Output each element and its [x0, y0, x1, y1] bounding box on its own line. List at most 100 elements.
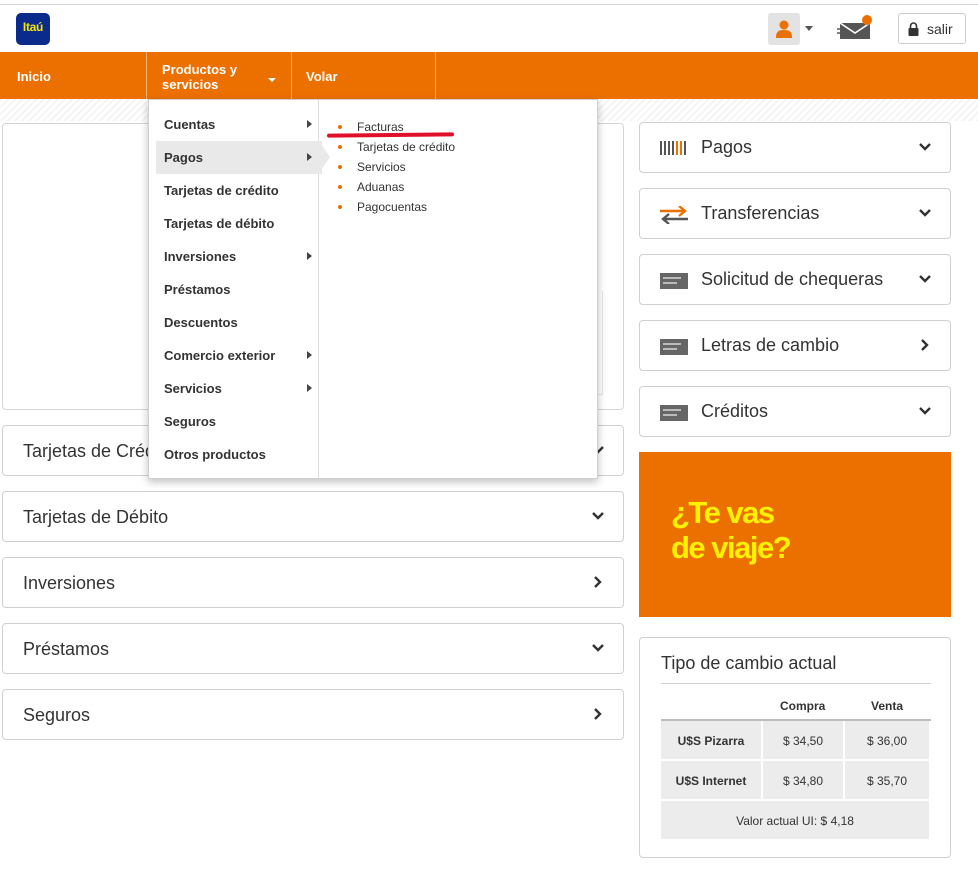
chevron-down-icon	[919, 275, 931, 283]
logout-button[interactable]: salir	[898, 13, 966, 44]
menu-item-label: Pagos	[164, 150, 204, 165]
nav-volar-label: Volar	[306, 69, 338, 84]
caret-right-icon	[307, 120, 312, 128]
sell-value: $ 35,70	[866, 774, 908, 788]
col-header-compra: Compra	[780, 699, 826, 713]
shortcut-label: Letras de cambio	[701, 335, 840, 355]
menu-item-seguros[interactable]: Seguros	[149, 405, 319, 438]
caret-right-icon	[307, 384, 312, 392]
accordion-label: Inversiones	[23, 573, 116, 593]
menu-item-label: Otros productos	[164, 447, 266, 462]
accordion-prestamos[interactable]: Préstamos	[2, 623, 624, 674]
chevron-down-icon	[592, 644, 604, 652]
menu-item-tarjetas-debito[interactable]: Tarjetas de débito	[149, 207, 319, 240]
submenu-item-servicios[interactable]: Servicios	[357, 160, 406, 174]
credit-icon	[660, 405, 688, 421]
row-label-cell: U$S Internet	[661, 761, 761, 799]
nav-volar[interactable]: Volar	[292, 52, 436, 99]
shortcut-pagos[interactable]: Pagos	[639, 122, 951, 173]
menu-categories: Cuentas Pagos Tarjetas de crédito Tarjet…	[149, 100, 322, 478]
logout-label: salir	[927, 21, 953, 37]
menu-item-label: Préstamos	[164, 282, 231, 297]
chevron-down-icon	[919, 407, 931, 415]
ui-value-cell: Valor actual UI: $ 4,18	[661, 801, 929, 839]
buy-cell: $ 34,50	[763, 721, 843, 759]
menu-item-label: Comercio exterior	[164, 348, 276, 363]
itau-logo[interactable]: Itaú	[16, 13, 50, 45]
submenu-item-facturas[interactable]: Facturas	[357, 120, 404, 134]
menu-item-label: Cuentas	[164, 117, 216, 132]
accordion-inversiones[interactable]: Inversiones	[2, 557, 624, 608]
sell-cell: $ 36,00	[845, 721, 929, 759]
chevron-right-icon	[921, 339, 929, 351]
chevron-right-icon	[594, 708, 602, 720]
sell-cell: $ 35,70	[845, 761, 929, 799]
buy-value: $ 34,50	[782, 734, 824, 748]
menu-item-label: Servicios	[164, 381, 222, 396]
menu-item-descuentos[interactable]: Descuentos	[149, 306, 319, 339]
menu-item-label: Tarjetas de débito	[164, 216, 275, 231]
nav-inicio-label: Inicio	[17, 69, 51, 84]
exchange-title: Tipo de cambio actual	[661, 653, 837, 673]
lock-icon	[908, 22, 919, 36]
shortcut-label: Solicitud de chequeras	[701, 269, 884, 289]
sell-value: $ 36,00	[866, 734, 908, 748]
buy-cell: $ 34,80	[763, 761, 843, 799]
chevron-down-icon	[592, 512, 604, 520]
accordion-label: Préstamos	[23, 639, 110, 659]
shortcut-letras-cambio[interactable]: Letras de cambio	[639, 320, 951, 371]
ui-value: Valor actual UI: $ 4,18	[736, 814, 854, 828]
transfer-arrows-icon	[660, 206, 688, 224]
menu-item-inversiones[interactable]: Inversiones	[149, 240, 319, 273]
promo-line-2: de viaje?	[671, 530, 792, 565]
menu-item-label: Inversiones	[164, 249, 237, 264]
row-label-cell: U$S Pizarra	[661, 721, 761, 759]
nav-productos-servicios[interactable]: Productos y servicios	[147, 52, 292, 99]
menu-item-pagos[interactable]: Pagos	[156, 141, 322, 174]
menu-item-cuentas[interactable]: Cuentas	[149, 108, 319, 141]
document-icon	[660, 339, 688, 355]
user-icon	[776, 20, 792, 38]
active-item-pointer	[319, 141, 330, 173]
productos-dropdown-menu: Cuentas Pagos Tarjetas de crédito Tarjet…	[148, 99, 598, 479]
menu-item-otros-productos[interactable]: Otros productos	[149, 438, 319, 471]
caret-right-icon	[307, 153, 312, 161]
logo-text: Itaú	[22, 20, 44, 34]
caret-right-icon	[307, 351, 312, 359]
submenu-item-pagocuentas[interactable]: Pagocuentas	[357, 200, 427, 214]
accordion-seguros[interactable]: Seguros	[2, 689, 624, 740]
notification-badge	[862, 15, 872, 25]
chevron-down-icon	[919, 209, 931, 217]
submenu-item-tarjetas-credito[interactable]: Tarjetas de crédito	[357, 140, 455, 154]
shortcut-label: Transferencias	[701, 203, 820, 223]
shortcut-transferencias[interactable]: Transferencias	[639, 188, 951, 239]
chevron-right-icon	[594, 576, 602, 588]
header: Itaú salir	[0, 5, 978, 52]
accordion-tarjetas-debito[interactable]: Tarjetas de Débito	[2, 491, 624, 542]
shortcut-label: Créditos	[701, 401, 769, 421]
nav-inicio[interactable]: Inicio	[0, 52, 147, 99]
nav-productos-label-2: servicios	[162, 77, 219, 92]
menu-item-label: Descuentos	[164, 315, 238, 330]
chevron-down-icon	[919, 143, 931, 151]
bullet-icon	[338, 165, 342, 169]
shortcut-label: Pagos	[701, 137, 753, 157]
menu-item-label: Seguros	[164, 414, 217, 429]
travel-promo-banner[interactable]: ¿Te vas de viaje?	[639, 452, 951, 617]
submenu-item-aduanas[interactable]: Aduanas	[357, 180, 404, 194]
menu-item-servicios[interactable]: Servicios	[149, 372, 319, 405]
menu-item-comercio-exterior[interactable]: Comercio exterior	[149, 339, 319, 372]
user-menu-button[interactable]	[768, 13, 800, 45]
exchange-rate-widget: Tipo de cambio actual Compra Venta U$S P…	[639, 637, 951, 858]
buy-value: $ 34,80	[782, 774, 824, 788]
menu-item-tarjetas-credito[interactable]: Tarjetas de crédito	[149, 174, 319, 207]
row-label: U$S Pizarra	[677, 734, 745, 748]
accordion-label: Seguros	[23, 705, 91, 725]
menu-item-prestamos[interactable]: Préstamos	[149, 273, 319, 306]
divider	[661, 683, 931, 684]
bullet-icon	[338, 185, 342, 189]
chevron-down-icon[interactable]	[805, 26, 813, 31]
shortcut-chequeras[interactable]: Solicitud de chequeras	[639, 254, 951, 305]
shortcut-creditos[interactable]: Créditos	[639, 386, 951, 437]
bullet-icon	[338, 145, 342, 149]
